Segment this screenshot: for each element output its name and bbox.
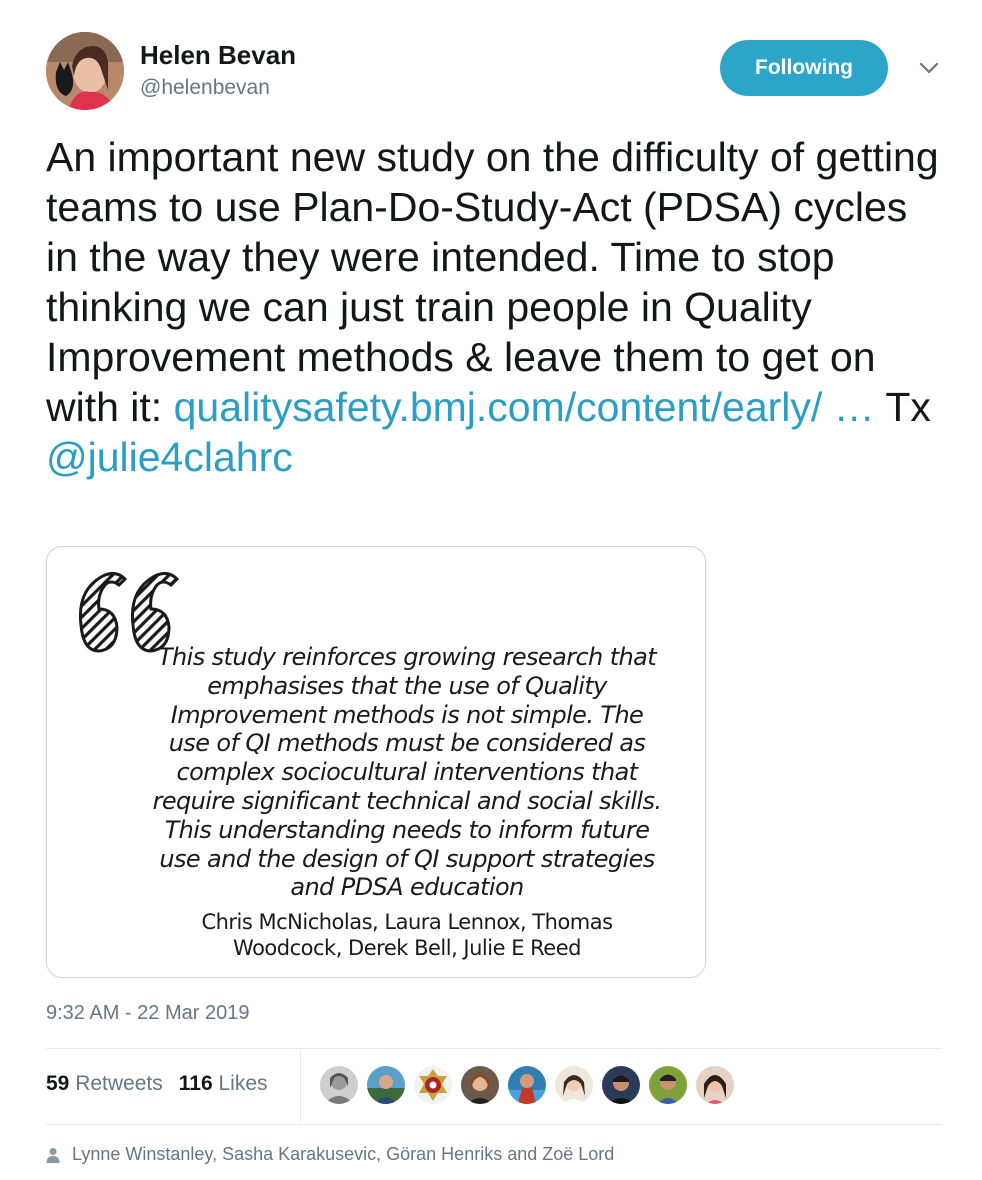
tweet-timestamp[interactable]: 9:32 AM - 22 Mar 2019	[46, 1002, 249, 1025]
liker-avatar[interactable]	[649, 1066, 687, 1104]
stats-separator	[300, 1050, 301, 1122]
liker-avatar[interactable]	[602, 1066, 640, 1104]
chevron-down-icon[interactable]	[918, 60, 940, 76]
tweet-thanks: Tx	[874, 384, 931, 430]
profile-photo-avatar	[46, 32, 124, 110]
liker-avatar[interactable]	[555, 1066, 593, 1104]
card-quote: This study reinforces growing research t…	[152, 643, 662, 902]
tweet-text: An important new study on the difficulty…	[46, 132, 946, 482]
liker-avatar[interactable]	[367, 1066, 405, 1104]
tweet-link[interactable]: qualitysafety.bmj.com/content/early/ …	[174, 384, 875, 430]
liker-avatar-badge[interactable]	[414, 1066, 452, 1104]
mention-link[interactable]: @julie4clahrc	[46, 434, 293, 480]
author-handle[interactable]: @helenbevan	[140, 76, 270, 100]
liked-by: Lynne Winstanley, Sasha Karakusevic, Gör…	[46, 1144, 614, 1165]
divider-top	[46, 1048, 942, 1049]
following-button[interactable]: Following	[720, 40, 888, 96]
retweets-stat[interactable]: 59 Retweets	[46, 1072, 163, 1095]
author-name[interactable]: Helen Bevan	[140, 40, 296, 71]
retweets-label: Retweets	[75, 1072, 163, 1095]
likes-stat[interactable]: 116 Likes	[179, 1072, 268, 1095]
likes-count: 116	[178, 1072, 213, 1095]
liker-avatar[interactable]	[508, 1066, 546, 1104]
retweets-count: 59	[46, 1072, 70, 1095]
liker-avatar[interactable]	[461, 1066, 499, 1104]
liker-avatar[interactable]	[696, 1066, 734, 1104]
likes-label: Likes	[218, 1072, 268, 1095]
card-authors: Chris McNicholas, Laura Lennox, Thomas W…	[201, 910, 613, 960]
divider-bottom	[46, 1124, 942, 1125]
likers-list	[320, 1066, 743, 1106]
liker-avatar[interactable]	[320, 1066, 358, 1104]
author-avatar[interactable]	[46, 32, 124, 110]
liked-by-names[interactable]: Lynne Winstanley, Sasha Karakusevic, Gör…	[72, 1144, 614, 1165]
tweet-image-card[interactable]: This study reinforces growing research t…	[46, 546, 706, 978]
person-icon	[46, 1147, 60, 1163]
tweet-stats: 59 Retweets 116 Likes	[46, 1072, 268, 1096]
